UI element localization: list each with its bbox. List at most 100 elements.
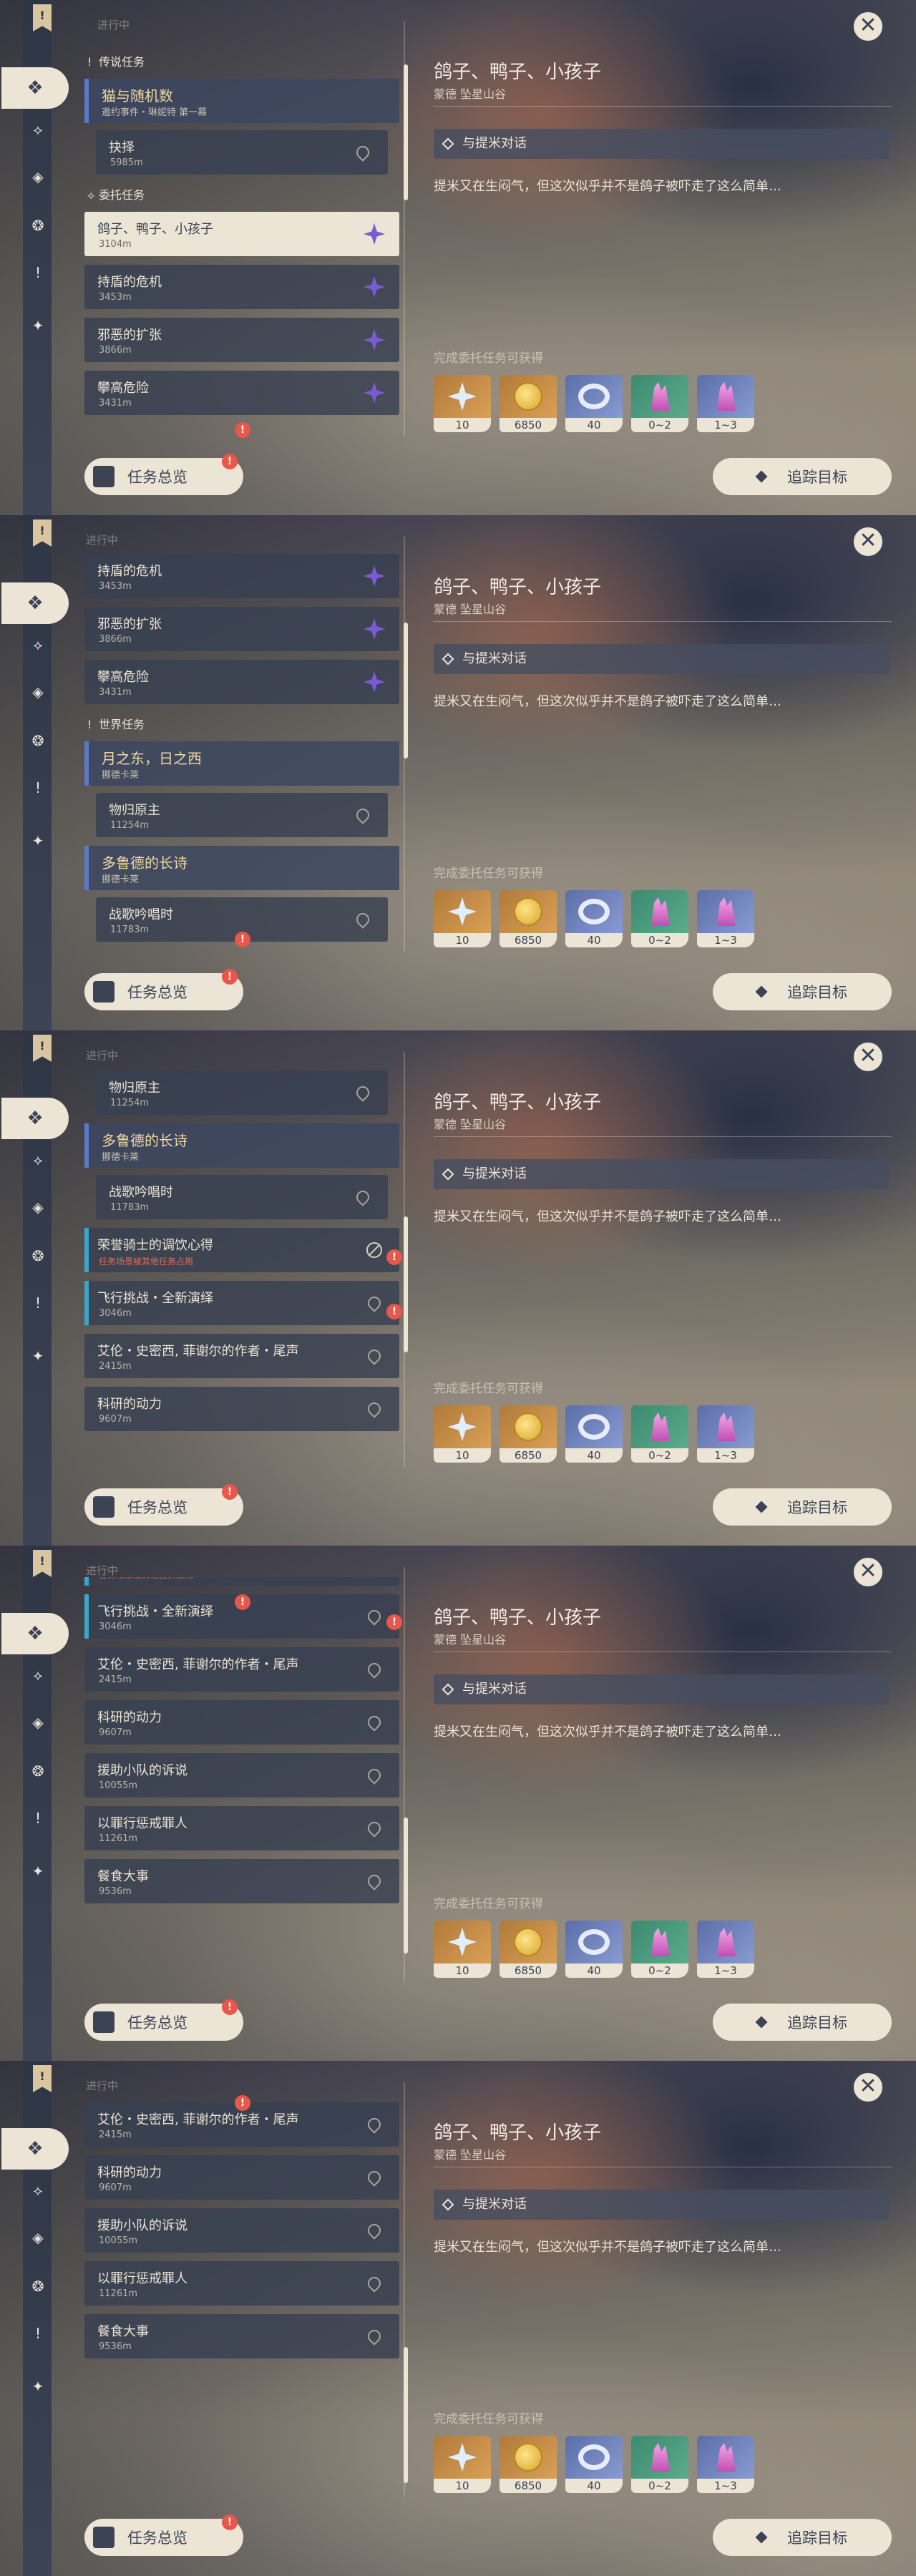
quest-overview-button[interactable]: 任务总览 xyxy=(84,2004,243,2041)
map-pin-icon[interactable] xyxy=(354,143,372,162)
legend-tab-icon[interactable]: ⟡ xyxy=(27,1664,49,1686)
event-tab-icon[interactable]: ✦ xyxy=(27,1860,49,1882)
commission-tab-icon[interactable]: ❖ xyxy=(1,2128,69,2170)
close-button[interactable]: ✕ xyxy=(852,2071,885,2104)
close-button[interactable]: ✕ xyxy=(852,525,885,558)
list-item[interactable]: 邪恶的扩张 3866m xyxy=(84,607,399,651)
list-item[interactable]: 持盾的危机 3453m xyxy=(84,265,399,309)
reward-item[interactable]: 1~3 xyxy=(697,375,754,432)
reward-item[interactable]: 10 xyxy=(434,1921,491,1978)
story-tab-icon[interactable]: ◈ xyxy=(27,681,49,703)
map-pin-icon[interactable] xyxy=(354,1188,372,1206)
reward-item[interactable]: 0~2 xyxy=(631,2436,688,2493)
archon-tab-icon[interactable]: ! xyxy=(27,262,49,283)
map-pin-icon[interactable] xyxy=(365,1660,384,1679)
map-pin-icon[interactable] xyxy=(365,1294,384,1312)
list-item[interactable]: 科研的动力 9607m xyxy=(84,1387,399,1431)
reward-item[interactable]: 40 xyxy=(565,1405,623,1463)
map-pin-icon[interactable] xyxy=(365,1400,384,1418)
quest-overview-button[interactable]: 任务总览 xyxy=(84,2519,243,2556)
map-pin-icon[interactable] xyxy=(365,2221,384,2240)
reward-item[interactable]: 1~3 xyxy=(697,2436,754,2493)
archon-tab-icon[interactable]: ! xyxy=(27,777,49,799)
reward-item[interactable]: 6850 xyxy=(500,1921,557,1978)
reward-item[interactable]: 0~2 xyxy=(631,1405,688,1463)
map-pin-icon[interactable] xyxy=(365,2274,384,2293)
reward-item[interactable]: 40 xyxy=(565,1921,623,1978)
legend-tab-icon[interactable]: ⟡ xyxy=(27,634,49,655)
reward-item[interactable]: 1~3 xyxy=(697,1921,754,1978)
map-pin-icon[interactable] xyxy=(354,1083,372,1102)
event-tab-icon[interactable]: ✦ xyxy=(27,2376,49,2397)
event-tab-icon[interactable]: ✦ xyxy=(27,1345,49,1367)
archon-tab-icon[interactable]: ! xyxy=(27,2323,49,2344)
commission-tab-icon[interactable]: ❖ xyxy=(1,1613,69,1654)
quest-legend[interactable]: 猫与随机数 邀约事件・琳妮特 第一幕 xyxy=(84,79,399,123)
close-button[interactable]: ✕ xyxy=(852,1556,885,1589)
map-pin-icon[interactable] xyxy=(365,1872,384,1890)
reward-item[interactable]: 40 xyxy=(565,375,623,432)
reward-item[interactable]: 1~3 xyxy=(697,1405,754,1463)
legend-tab-icon[interactable]: ⟡ xyxy=(27,119,49,140)
list-item[interactable]: 持盾的危机 3453m xyxy=(84,554,399,598)
event-tab-icon[interactable]: ✦ xyxy=(27,315,49,336)
reward-item[interactable]: 10 xyxy=(434,1405,491,1463)
list-item[interactable]: 援助小队的诉说 10055m xyxy=(84,1753,399,1797)
scrollbar-thumb[interactable] xyxy=(404,2347,408,2483)
map-pin-icon[interactable] xyxy=(354,910,372,929)
list-item[interactable]: 荣誉骑士的调饮心得 任务场景被其他任务占用 xyxy=(84,1228,399,1272)
quest-overview-button[interactable]: 任务总览 xyxy=(84,1488,243,1526)
reward-item[interactable]: 6850 xyxy=(500,890,557,947)
archon-tab-icon[interactable]: ! xyxy=(27,1292,49,1314)
list-item[interactable]: 艾伦・史密西, 菲谢尔的作者・尾声 2415m xyxy=(84,1334,399,1378)
reward-item[interactable]: 6850 xyxy=(500,2436,557,2493)
reward-item[interactable]: 0~2 xyxy=(631,375,688,432)
world-tab-icon[interactable]: ❂ xyxy=(27,1760,49,1782)
list-item[interactable]: 餐食大事 9536m xyxy=(84,1859,399,1903)
list-item[interactable]: 攀高危险 3431m xyxy=(84,371,399,415)
list-item[interactable]: 艾伦・史密西, 菲谢尔的作者・尾声 2415m xyxy=(84,1647,399,1692)
map-pin-icon[interactable] xyxy=(365,1766,384,1785)
map-pin-icon[interactable] xyxy=(365,2327,384,2346)
story-tab-icon[interactable]: ◈ xyxy=(27,2227,49,2248)
list-item[interactable]: 物归原主 11254m xyxy=(96,1070,388,1115)
map-pin-icon[interactable] xyxy=(365,1347,384,1365)
map-pin-icon[interactable] xyxy=(365,2115,384,2134)
list-item[interactable]: 飞行挑战・全新演绎 3046m xyxy=(84,1281,399,1325)
scrollbar-thumb[interactable] xyxy=(404,64,408,200)
legend-tab-icon[interactable]: ⟡ xyxy=(27,2180,49,2201)
list-item[interactable]: 任务场景被其他任务占用 xyxy=(84,1577,399,1586)
reward-item[interactable]: 40 xyxy=(565,2436,623,2493)
reward-item[interactable]: 6850 xyxy=(500,1405,557,1463)
quest-world[interactable]: 多鲁德的长诗 挪德卡莱 xyxy=(84,846,399,890)
list-item[interactable]: 攀高危险 3431m xyxy=(84,660,399,704)
world-tab-icon[interactable]: ❂ xyxy=(27,2275,49,2297)
story-tab-icon[interactable]: ◈ xyxy=(27,1196,49,1218)
world-tab-icon[interactable]: ❂ xyxy=(27,215,49,236)
legend-tab-icon[interactable]: ⟡ xyxy=(27,1149,49,1171)
quest-world[interactable]: 多鲁德的长诗 挪德卡莱 xyxy=(84,1123,399,1168)
map-pin-icon[interactable] xyxy=(365,1713,384,1732)
close-button[interactable]: ✕ xyxy=(852,1040,885,1073)
reward-item[interactable]: 1~3 xyxy=(697,890,754,947)
list-item[interactable]: 援助小队的诉说 10055m xyxy=(84,2208,399,2253)
scrollbar-thumb[interactable] xyxy=(404,1818,408,1953)
map-pin-icon[interactable] xyxy=(354,806,372,824)
reward-item[interactable]: 10 xyxy=(434,890,491,947)
list-item[interactable]: 邪恶的扩张 3866m xyxy=(84,318,399,362)
list-item[interactable]: 科研的动力 9607m xyxy=(84,2155,399,2200)
commission-tab-icon[interactable]: ❖ xyxy=(1,1098,69,1139)
commission-tab-icon[interactable]: ❖ xyxy=(1,582,69,624)
scrollbar-thumb[interactable] xyxy=(404,1216,408,1352)
list-item-selected[interactable]: 鸽子、鸭子、小孩子 3104m xyxy=(84,212,399,256)
reward-item[interactable]: 10 xyxy=(434,2436,491,2493)
list-item[interactable]: 战歌吟唱时 11783m xyxy=(96,1175,388,1219)
archon-tab-icon[interactable]: ! xyxy=(27,1807,49,1829)
map-pin-icon[interactable] xyxy=(365,1607,384,1626)
commission-tab-icon[interactable]: ❖ xyxy=(1,67,69,109)
reward-item[interactable]: 0~2 xyxy=(631,1921,688,1978)
quest-overview-button[interactable]: 任务总览 xyxy=(84,973,243,1010)
story-tab-icon[interactable]: ◈ xyxy=(27,1712,49,1733)
list-item[interactable]: 以罪行惩戒罪人 11261m xyxy=(84,2261,399,2306)
world-tab-icon[interactable]: ❂ xyxy=(27,730,49,751)
